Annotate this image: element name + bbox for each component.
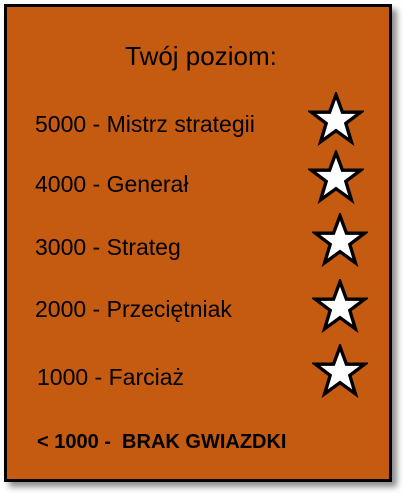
no-star-label: < 1000 - BRAK GWIAZDKI (37, 431, 287, 453)
star-icon (308, 92, 364, 148)
panel-title: Twój poziom: (125, 41, 277, 71)
level-2000-label: 2000 - Przeciętniak (35, 296, 232, 322)
star-icon (312, 279, 368, 335)
level-1000-label: 1000 - Farciaż (37, 364, 185, 390)
levels-panel: Twój poziom: 5000 - Mistrz strategii 400… (4, 4, 392, 482)
level-3000-label: 3000 - Strateg (35, 234, 181, 260)
star-icon (308, 150, 364, 206)
level-4000-label: 4000 - Generał (35, 171, 189, 197)
star-icon (312, 213, 368, 269)
level-5000-label: 5000 - Mistrz strategii (35, 111, 255, 137)
star-icon (312, 344, 368, 400)
